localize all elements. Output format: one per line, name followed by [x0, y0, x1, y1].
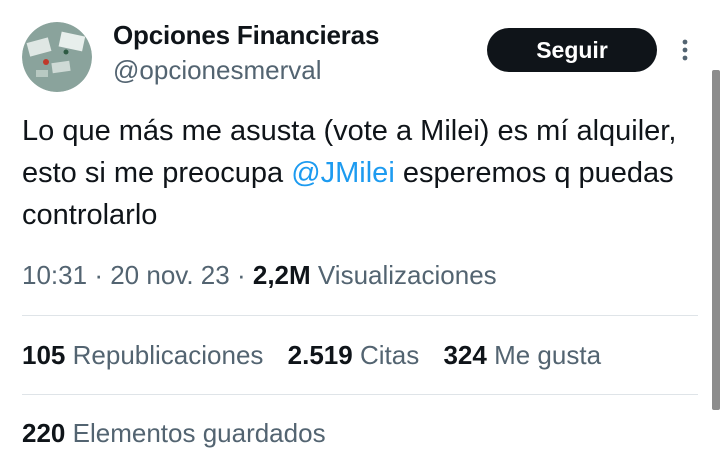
- likes-count: 324: [443, 340, 487, 370]
- likes-label: Me gusta: [494, 340, 602, 370]
- engagement-stats: 105 Republicaciones 2.519 Citas 324 Me g…: [22, 340, 618, 371]
- author-name[interactable]: Opciones Financieras: [113, 20, 379, 51]
- likes-stat[interactable]: 324 Me gusta: [443, 340, 601, 371]
- bookmarks-count: 220: [22, 418, 66, 448]
- quotes-stat[interactable]: 2.519 Citas: [288, 340, 420, 371]
- reposts-label: Republicaciones: [72, 340, 264, 370]
- author-handle[interactable]: @opcionesmerval: [113, 55, 321, 86]
- avatar[interactable]: [22, 22, 92, 92]
- tweet-time[interactable]: 10:31: [22, 260, 87, 290]
- avatar-image: [22, 22, 92, 92]
- meta-separator: ·: [94, 260, 103, 290]
- tweet-text: Lo que más me asusta (vote a Milei) es m…: [22, 110, 682, 236]
- reposts-stat[interactable]: 105 Republicaciones: [22, 340, 263, 371]
- divider: [22, 315, 698, 316]
- reposts-count: 105: [22, 340, 66, 370]
- quotes-label: Citas: [359, 340, 420, 370]
- meta-separator: ·: [236, 260, 246, 290]
- mention-link[interactable]: @JMilei: [291, 157, 395, 189]
- views-label: Visualizaciones: [317, 260, 497, 290]
- bookmarks-stat[interactable]: 220 Elementos guardados: [22, 418, 326, 449]
- divider: [22, 394, 698, 395]
- views-count: 2,2M: [252, 260, 311, 290]
- more-vertical-icon[interactable]: [676, 38, 694, 62]
- tweet-meta: 10:31 · 20 nov. 23 · 2,2M Visualizacione…: [22, 260, 497, 291]
- tweet-date[interactable]: 20 nov. 23: [110, 260, 230, 290]
- quotes-count: 2.519: [287, 340, 353, 370]
- scrollbar[interactable]: [712, 70, 720, 410]
- bookmarks-label: Elementos guardados: [72, 418, 326, 448]
- follow-button[interactable]: Seguir: [487, 28, 657, 72]
